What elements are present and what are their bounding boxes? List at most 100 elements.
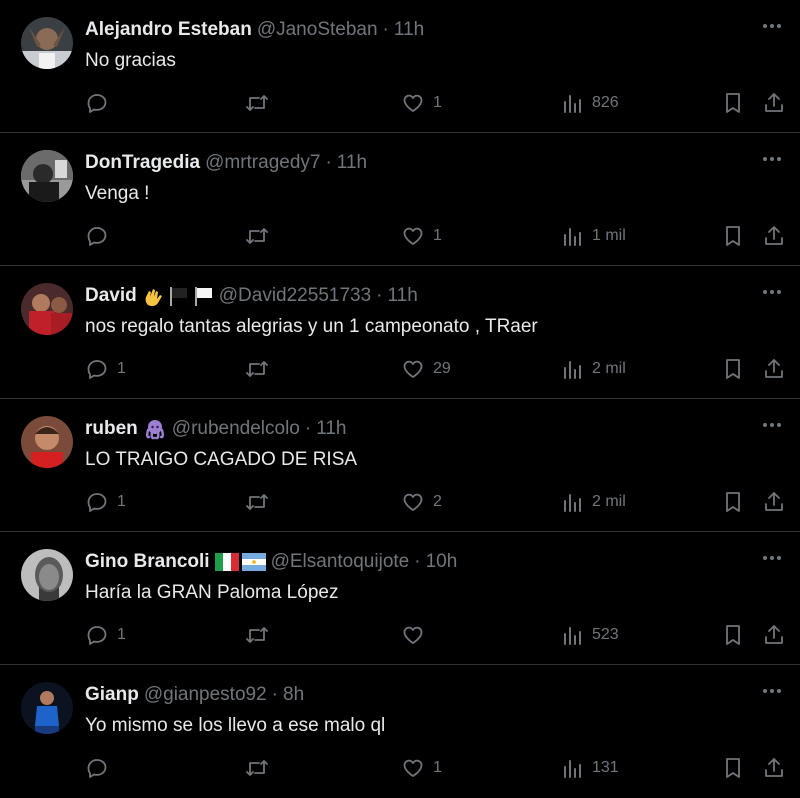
display-name[interactable]: Alejandro Esteban — [85, 18, 252, 42]
more-options-icon[interactable] — [760, 147, 784, 171]
timestamp[interactable]: 11h — [387, 284, 417, 308]
share-button[interactable] — [762, 489, 786, 515]
view-count: 826 — [592, 94, 619, 111]
view-count: 2 mil — [592, 360, 626, 377]
tweet[interactable]: Alejandro Esteban @JanoSteban · 11h No g… — [0, 0, 800, 133]
avatar[interactable] — [21, 549, 73, 601]
like-button[interactable] — [401, 622, 433, 648]
retweet-icon — [244, 224, 270, 248]
heart-icon — [401, 490, 425, 514]
display-name[interactable]: ruben — [85, 417, 138, 441]
views-button[interactable]: 523 — [562, 622, 619, 648]
reply-button[interactable]: 1 — [85, 489, 126, 515]
more-options-icon[interactable] — [760, 413, 784, 437]
display-name[interactable]: David — [85, 284, 137, 308]
separator-dot: · — [271, 684, 278, 705]
tweet[interactable]: DonTragedia @mrtragedy7 · 11h Venga ! 1 … — [0, 133, 800, 266]
like-button[interactable]: 29 — [401, 356, 451, 382]
timestamp[interactable]: 10h — [426, 550, 458, 574]
like-button[interactable]: 1 — [401, 223, 442, 249]
retweet-button[interactable] — [244, 356, 270, 382]
action-bar: 1 1 mil — [85, 223, 784, 249]
reply-button[interactable]: 1 — [85, 356, 126, 382]
action-bar: 1 131 — [85, 755, 784, 781]
views-button[interactable]: 131 — [562, 755, 619, 781]
view-count: 2 mil — [592, 493, 626, 510]
user-handle[interactable]: @David22551733 — [219, 284, 371, 308]
views-chart-icon — [562, 358, 584, 380]
share-button[interactable] — [762, 755, 786, 781]
reply-button[interactable]: 1 — [85, 622, 126, 648]
tweet[interactable]: Gianp @gianpesto92 · 8h Yo mismo se los … — [0, 665, 800, 798]
avatar[interactable] — [21, 150, 73, 202]
share-button[interactable] — [762, 356, 786, 382]
bookmark-button[interactable] — [722, 622, 744, 648]
like-count: 1 — [433, 94, 442, 111]
reply-icon — [85, 623, 109, 647]
more-options-icon[interactable] — [760, 546, 784, 570]
bookmark-button[interactable] — [722, 223, 744, 249]
timestamp[interactable]: 11h — [394, 18, 424, 42]
retweet-icon — [244, 357, 270, 381]
tweet-text: Yo mismo se los llevo a ese malo ql — [85, 715, 386, 736]
reply-button[interactable] — [85, 755, 117, 781]
views-button[interactable]: 1 mil — [562, 223, 626, 249]
action-bar: 1 826 — [85, 90, 784, 116]
tweet[interactable]: Gino Brancoli @Elsantoquijote · 10h Harí… — [0, 532, 800, 665]
separator-dot: · — [414, 551, 421, 572]
share-button[interactable] — [762, 90, 786, 116]
black-flag-emoji — [169, 287, 187, 306]
heart-icon — [401, 756, 425, 780]
more-options-icon[interactable] — [760, 280, 784, 304]
retweet-icon — [244, 756, 270, 780]
user-handle[interactable]: @rubendelcolo — [172, 417, 300, 441]
timestamp[interactable]: 11h — [316, 417, 346, 441]
user-handle[interactable]: @Elsantoquijote — [271, 550, 410, 574]
user-handle[interactable]: @mrtragedy7 — [205, 151, 320, 175]
action-bar: 1 2 2 mil — [85, 489, 784, 515]
bookmark-button[interactable] — [722, 356, 744, 382]
avatar[interactable] — [21, 416, 73, 468]
user-handle[interactable]: @gianpesto92 — [144, 683, 267, 707]
retweet-button[interactable] — [244, 223, 270, 249]
share-button[interactable] — [762, 223, 786, 249]
retweet-button[interactable] — [244, 489, 270, 515]
reply-button[interactable] — [85, 223, 117, 249]
bookmark-button[interactable] — [722, 755, 744, 781]
name-emoji — [214, 553, 266, 571]
avatar[interactable] — [21, 283, 73, 335]
retweet-button[interactable] — [244, 622, 270, 648]
views-chart-icon — [562, 624, 584, 646]
display-name[interactable]: Gianp — [85, 683, 139, 707]
tweet-header: Gianp @gianpesto92 · 8h — [85, 683, 740, 707]
avatar[interactable] — [21, 17, 73, 69]
like-count: 1 — [433, 759, 442, 776]
like-count: 29 — [433, 360, 451, 377]
tweet[interactable]: David @David22551733 · 11h nos regalo ta… — [0, 266, 800, 399]
avatar[interactable] — [21, 682, 73, 734]
bookmark-button[interactable] — [722, 489, 744, 515]
display-name[interactable]: Gino Brancoli — [85, 550, 210, 574]
share-button[interactable] — [762, 622, 786, 648]
retweet-button[interactable] — [244, 755, 270, 781]
bookmark-button[interactable] — [722, 90, 744, 116]
retweet-button[interactable] — [244, 90, 270, 116]
more-options-icon[interactable] — [760, 14, 784, 38]
timestamp[interactable]: 11h — [337, 151, 367, 175]
separator-dot: · — [382, 19, 389, 40]
like-count: 2 — [433, 493, 442, 510]
tweet[interactable]: ruben @rubendelcolo · 11h LO TRAIGO CAGA… — [0, 399, 800, 532]
views-button[interactable]: 826 — [562, 90, 619, 116]
views-button[interactable]: 2 mil — [562, 356, 626, 382]
like-button[interactable]: 1 — [401, 90, 442, 116]
views-button[interactable]: 2 mil — [562, 489, 626, 515]
like-button[interactable]: 1 — [401, 755, 442, 781]
reply-count: 1 — [117, 626, 126, 643]
tweet-header: DonTragedia @mrtragedy7 · 11h — [85, 151, 740, 175]
timestamp[interactable]: 8h — [283, 683, 304, 707]
user-handle[interactable]: @JanoSteban — [257, 18, 378, 42]
like-button[interactable]: 2 — [401, 489, 442, 515]
reply-button[interactable] — [85, 90, 117, 116]
more-options-icon[interactable] — [760, 679, 784, 703]
display-name[interactable]: DonTragedia — [85, 151, 200, 175]
